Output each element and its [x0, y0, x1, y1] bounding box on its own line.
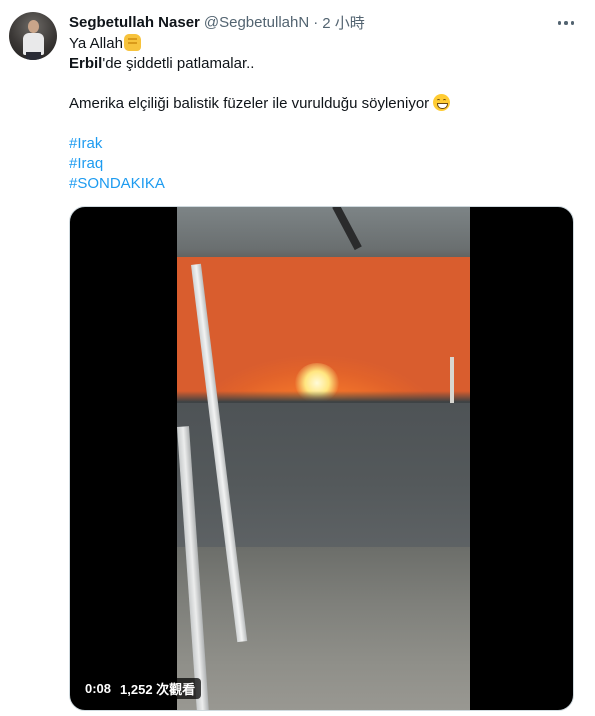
- video-post: [450, 357, 454, 403]
- avatar-legs: [26, 52, 41, 60]
- avatar[interactable]: [9, 12, 57, 60]
- tweet-text-line-1: Ya Allah: [69, 34, 141, 54]
- bold-place-name: Erbil: [69, 55, 103, 72]
- separator-dot: ·: [313, 13, 319, 31]
- author-name[interactable]: Segbetullah Naser: [69, 14, 200, 31]
- tweet-text-line-3: Amerika elçiliği balistik füzeler ile vu…: [69, 94, 451, 114]
- tweet-timestamp[interactable]: 2 小時: [322, 12, 365, 33]
- raised-fist-emoji-icon: [123, 34, 141, 51]
- tweet-text: Ya Allah: [69, 35, 123, 52]
- hashtag-link[interactable]: #SONDAKIKA: [69, 174, 165, 194]
- video-time: 0:08: [85, 681, 112, 696]
- tweet-text: 'de şiddetli patlamalar..: [102, 55, 255, 72]
- tweet-text: Amerika elçiliği balistik füzeler ile vu…: [69, 95, 430, 112]
- tweet-text-line-2: Erbil'de şiddetli patlamalar..: [69, 54, 254, 74]
- video-frame: [177, 207, 470, 710]
- video-ground: [177, 547, 470, 710]
- video-info-badge: 0:08 1,252 次觀看: [79, 678, 202, 699]
- grinning-face-emoji-icon: [433, 94, 451, 111]
- tweet-header: Segbetullah Naser @SegbetullahN · 2 小時: [69, 11, 365, 33]
- hashtag-link[interactable]: #Irak: [69, 134, 102, 154]
- video-view-count: 1,252 次觀看: [120, 682, 196, 697]
- author-handle[interactable]: @SegbetullahN: [204, 14, 309, 31]
- more-horizontal-icon: [557, 21, 562, 25]
- tweet[interactable]: Segbetullah Naser @SegbetullahN · 2 小時 Y…: [0, 0, 595, 716]
- more-options-button[interactable]: [553, 10, 579, 36]
- avatar-head: [28, 20, 39, 33]
- hashtag-link[interactable]: #Iraq: [69, 154, 103, 174]
- video-player[interactable]: 0:08 1,252 次觀看: [69, 206, 574, 711]
